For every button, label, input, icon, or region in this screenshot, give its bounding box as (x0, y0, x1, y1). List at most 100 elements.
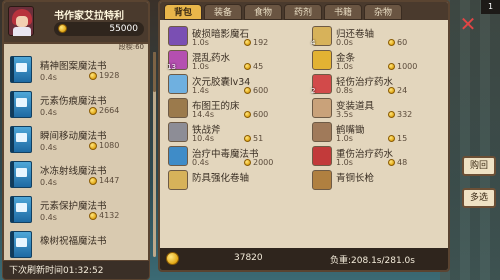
item-time: 0.4s (40, 143, 57, 152)
tab-books[interactable]: 书籍 (324, 4, 362, 20)
player-gold: 37820 (234, 253, 263, 263)
pickaxe-icon (312, 122, 332, 142)
inventory-item[interactable]: 防具强化卷轴 (166, 170, 304, 192)
item-name: 精神图案魔法书 (40, 61, 107, 72)
item-price: 1447 (89, 176, 119, 185)
close-button[interactable]: ✕ (458, 14, 478, 34)
list-item[interactable]: 橡树祝福魔法书 (7, 229, 147, 262)
item-price: 15 (388, 134, 407, 143)
item-price: 192 (244, 38, 268, 47)
gold-coin-icon (388, 135, 395, 142)
blue-book-icon (10, 161, 32, 188)
buyback-button[interactable]: 购回 (462, 156, 496, 176)
blue-book-icon (10, 56, 32, 83)
gold-coin-icon (89, 141, 97, 150)
purple-crystal-icon (168, 26, 188, 46)
item-price: 51 (244, 134, 263, 143)
item-time: 3.5s (336, 110, 353, 119)
item-time: 0.4s (40, 178, 57, 187)
list-item[interactable]: 元素伤痕魔法书 0.4s 2664 (7, 89, 147, 122)
multi-select-button[interactable]: 多选 (462, 188, 496, 208)
tab-potions[interactable]: 药剂 (284, 4, 322, 20)
item-time: 0.4s (40, 213, 57, 222)
item-name: 青铜长枪 (336, 173, 375, 184)
merchant-list-scrollbar[interactable] (153, 52, 156, 257)
list-item[interactable]: 精神图案魔法书 0.4s 1928 (7, 54, 147, 87)
inventory-item[interactable]: 布图王的床 14.4s 600 (166, 98, 304, 120)
inventory-grid: 破损暗影魔石 1.0s 192 4 归还卷轴 0.0s 60 13 混乱药水 1… (166, 26, 446, 192)
item-price: 2000 (244, 158, 273, 167)
gold-coin-icon (166, 252, 179, 265)
inventory-tabs: 背包 装备 食物 药剂 书籍 杂物 (160, 2, 448, 20)
tab-food[interactable]: 食物 (244, 4, 282, 20)
spear-icon (312, 170, 332, 190)
item-name: 防具强化卷轴 (192, 173, 250, 184)
item-time: 0.8s (336, 86, 353, 95)
item-price: 1080 (89, 141, 119, 150)
item-time: 1.0s (192, 38, 209, 47)
blue-book-icon (10, 126, 32, 153)
gold-coin-icon (244, 111, 251, 118)
page-indicator: 1 (481, 0, 500, 14)
merchant-gold: 55000 (54, 22, 144, 36)
big-red-potion-icon (312, 146, 332, 166)
merchant-panel: 书作家艾拉特利 55000 段楔:60 精神图案魔法书 0.4s 1928 元素… (2, 0, 150, 270)
item-time: 1.0s (336, 62, 353, 71)
merchant-avatar[interactable] (8, 6, 34, 36)
list-item[interactable]: 元素保护魔法书 0.4s 4132 (7, 194, 147, 227)
item-time: 0.0s (336, 38, 353, 47)
merchant-gold-value: 55000 (109, 24, 138, 34)
item-price: 48 (388, 158, 407, 167)
inventory-item[interactable]: 变装道具 3.5s 332 (310, 98, 448, 120)
item-name: 冰冻射线魔法书 (40, 166, 107, 177)
item-time: 1.0s (336, 158, 353, 167)
tab-misc[interactable]: 杂物 (364, 4, 402, 20)
item-quantity: 2 (311, 87, 316, 95)
merchant-item-list: 精神图案魔法书 0.4s 1928 元素伤痕魔法书 0.4s 2664 瞬间移动… (7, 54, 147, 264)
tab-backpack[interactable]: 背包 (164, 4, 202, 20)
gold-coin-icon (388, 159, 395, 166)
item-price: 4132 (89, 211, 119, 220)
blue-book-icon (10, 231, 32, 258)
inventory-item[interactable]: 重伤治疗药水 1.0s 48 (310, 146, 448, 168)
inventory-item[interactable]: 破损暗影魔石 1.0s 192 (166, 26, 304, 48)
item-time: 14.4s (192, 110, 214, 119)
gold-coin-icon (58, 24, 67, 33)
inventory-item[interactable]: 青铜长枪 (310, 170, 448, 192)
merchant-header: 书作家艾拉特利 55000 (4, 2, 148, 44)
item-time: 1.0s (336, 134, 353, 143)
inventory-item[interactable]: 2 轻伤治疗药水 0.8s 24 (310, 74, 448, 96)
item-name: 瞬间移动魔法书 (40, 131, 107, 142)
inventory-item[interactable]: 次元胶囊lv34 1.4s 600 (166, 74, 304, 96)
inventory-item[interactable]: 铁战斧 10.4s 51 (166, 122, 304, 144)
inventory-panel: 背包 装备 食物 药剂 书籍 杂物 破损暗影魔石 1.0s 192 4 归还卷轴… (158, 0, 450, 272)
disguise-icon (312, 98, 332, 118)
item-price: 600 (244, 110, 268, 119)
inventory-item[interactable]: 13 混乱药水 1.0s 45 (166, 50, 304, 72)
gold-coin-icon (244, 87, 251, 94)
gold-coin-icon (388, 111, 395, 118)
item-price: 45 (244, 62, 263, 71)
item-time: 0.4s (40, 108, 57, 117)
scroll-icon: 4 (311, 26, 332, 47)
item-price: 1000 (388, 62, 417, 71)
item-price: 2664 (89, 106, 119, 115)
scrollbar-thumb[interactable] (153, 52, 156, 92)
item-time: 0.4s (40, 73, 57, 82)
inventory-item[interactable]: 治疗中毒魔法书 0.4s 2000 (166, 146, 304, 168)
gold-coin-icon (244, 63, 251, 70)
list-item[interactable]: 冰冻射线魔法书 0.4s 1447 (7, 159, 147, 192)
list-item[interactable]: 瞬间移动魔法书 0.4s 1080 (7, 124, 147, 157)
inventory-item[interactable]: 4 归还卷轴 0.0s 60 (310, 26, 448, 48)
inventory-item[interactable]: 金条 1.0s 1000 (310, 50, 448, 72)
tab-equipment[interactable]: 装备 (204, 4, 242, 20)
gold-coin-icon (89, 176, 97, 185)
item-time: 1.4s (192, 86, 209, 95)
item-price: 60 (388, 38, 407, 47)
gold-coin-icon (89, 211, 97, 220)
inventory-item[interactable]: 鹤嘴锄 1.0s 15 (310, 122, 448, 144)
item-time: 1.0s (192, 62, 209, 71)
blue-book-icon (10, 91, 32, 118)
gold-bar-icon (312, 50, 332, 70)
red-potion-icon: 2 (311, 74, 332, 95)
